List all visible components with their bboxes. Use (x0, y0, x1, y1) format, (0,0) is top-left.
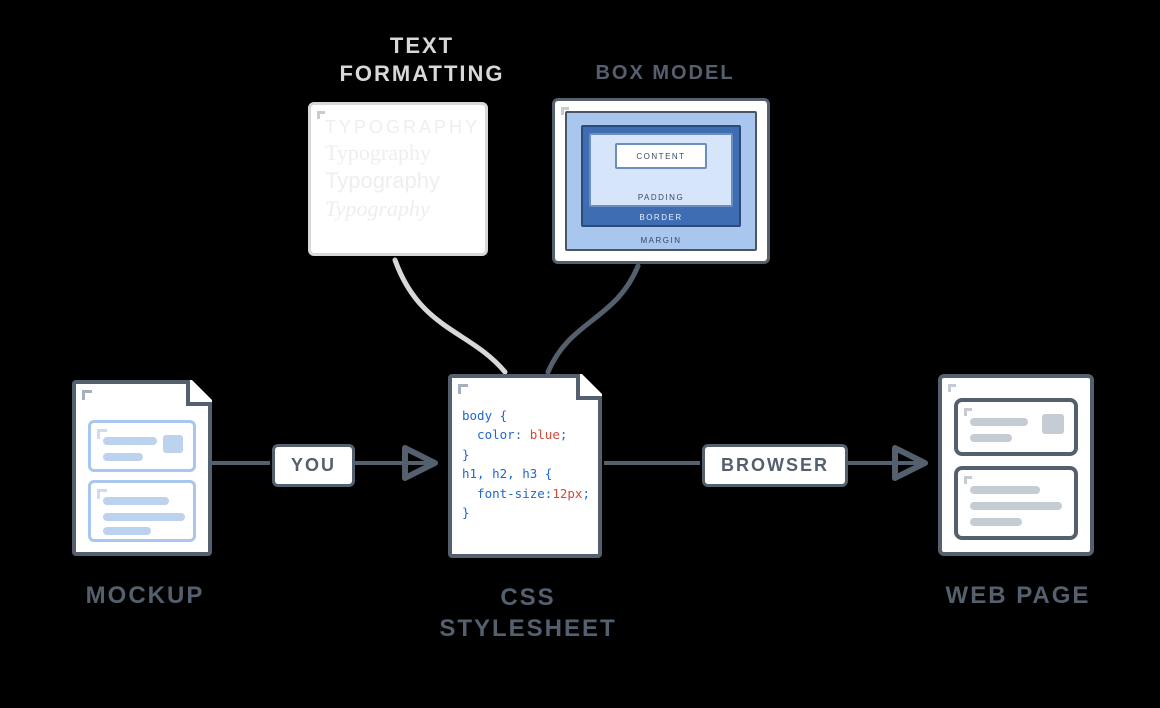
typography-sample-3: Typography (325, 168, 485, 194)
typography-sample-1: TYPOGRAPHY (325, 117, 485, 138)
placeholder-thumb (163, 435, 183, 453)
box-model-margin-label: MARGIN (567, 236, 755, 245)
heading-mockup: MOCKUP (60, 582, 230, 610)
placeholder-bar (103, 497, 169, 505)
placeholder-bar (970, 502, 1062, 510)
css-code: body { color: blue; } h1, h2, h3 { font-… (452, 378, 598, 530)
card-corner-tick-icon (964, 408, 972, 416)
placeholder-bar (103, 527, 151, 535)
placeholder-bar (103, 437, 157, 445)
box-model-content: CONTENT (615, 143, 707, 169)
heading-text-formatting-line1: TEXT (312, 32, 532, 60)
connector-boxmodel (548, 266, 638, 372)
placeholder-bar (103, 453, 143, 461)
heading-text-formatting: TEXT FORMATTING (312, 32, 532, 87)
placeholder-bar (970, 518, 1022, 526)
webpage-card-1 (954, 398, 1078, 456)
box-model-border: BORDER PADDING CONTENT (581, 125, 741, 227)
file-css-stylesheet: body { color: blue; } h1, h2, h3 { font-… (448, 374, 602, 558)
panel-corner-tick-icon (317, 111, 325, 119)
typography-sample-2: Typography (325, 140, 485, 166)
mockup-card-1 (88, 420, 196, 472)
placeholder-bar (970, 486, 1040, 494)
card-corner-tick-icon (964, 476, 972, 484)
heading-box-model: BOX MODEL (565, 62, 765, 85)
heading-css-stylesheet: CSS STYLESHEET (438, 582, 618, 644)
label-browser: BROWSER (702, 444, 848, 487)
heading-text-formatting-line2: FORMATTING (312, 60, 532, 88)
file-mockup (72, 380, 212, 556)
page-fold-icon (186, 380, 212, 406)
box-model-margin: MARGIN BORDER PADDING CONTENT (565, 111, 757, 251)
heading-css-line2: STYLESHEET (438, 613, 618, 644)
heading-css-line1: CSS (438, 582, 618, 613)
heading-web-page: WEB PAGE (928, 582, 1108, 610)
connector-typography (395, 260, 505, 372)
panel-web-page (938, 374, 1094, 556)
box-model-border-label: BORDER (583, 213, 739, 222)
placeholder-bar (970, 434, 1012, 442)
typography-sample-4: Typography (325, 196, 485, 222)
placeholder-thumb (1042, 414, 1064, 434)
mockup-card-2 (88, 480, 196, 542)
box-model-padding: PADDING CONTENT (589, 133, 733, 207)
webpage-card-2 (954, 466, 1078, 540)
placeholder-bar (103, 513, 185, 521)
panel-box-model: MARGIN BORDER PADDING CONTENT (552, 98, 770, 264)
placeholder-bar (970, 418, 1028, 426)
page-corner-tick-icon (458, 384, 468, 394)
page-corner-tick-icon (82, 390, 92, 400)
box-model-padding-label: PADDING (591, 193, 731, 202)
box-model-content-label: CONTENT (617, 152, 705, 161)
panel-text-formatting: TYPOGRAPHY Typography Typography Typogra… (308, 102, 488, 256)
page-fold-icon (576, 374, 602, 400)
panel-corner-tick-icon (948, 384, 956, 392)
label-you: YOU (272, 444, 355, 487)
